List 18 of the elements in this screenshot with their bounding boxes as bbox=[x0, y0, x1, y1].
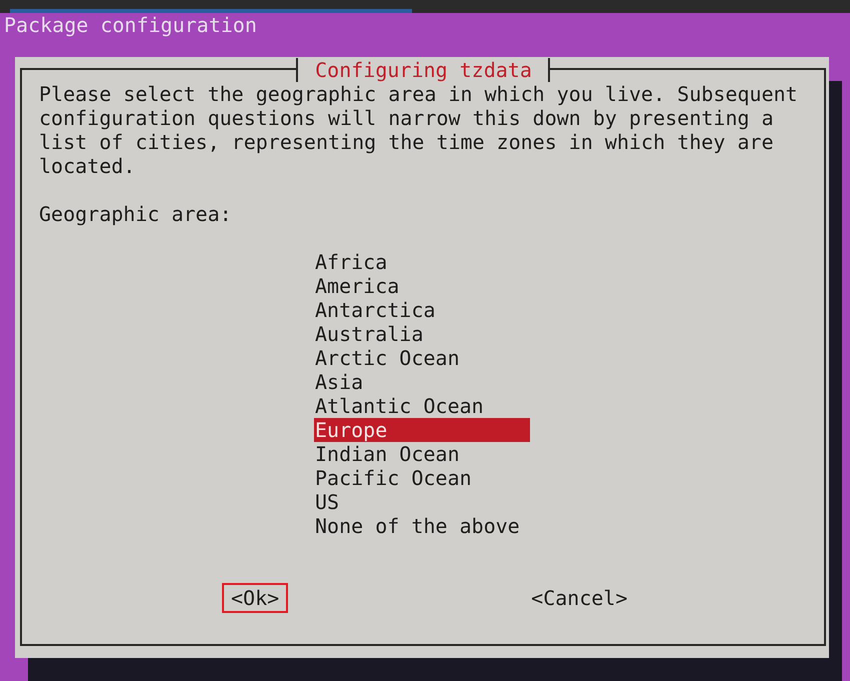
dialog-title: Configuring tzdata bbox=[296, 58, 550, 82]
option-item[interactable]: Indian Ocean bbox=[314, 442, 530, 466]
option-item[interactable]: None of the above bbox=[314, 514, 530, 538]
option-item[interactable]: Asia bbox=[314, 370, 530, 394]
option-item[interactable]: Australia bbox=[314, 322, 530, 346]
option-item[interactable]: America bbox=[314, 274, 530, 298]
option-item[interactable]: Europe bbox=[314, 418, 530, 442]
message-text: Please select the geographic area in which you live. Subsequent configuration questions will narrow this down by presenting a list of cities, representing the time zones in which they are located. bbox=[39, 82, 799, 178]
option-item[interactable]: US bbox=[314, 490, 530, 514]
option-item[interactable]: Pacific Ocean bbox=[314, 466, 530, 490]
prompt-label: Geographic area: bbox=[39, 202, 232, 226]
cancel-button[interactable]: <Cancel> bbox=[522, 583, 636, 613]
option-item[interactable]: Africa bbox=[314, 250, 530, 274]
option-item[interactable]: Arctic Ocean bbox=[314, 346, 530, 370]
screen-title: Package configuration bbox=[3, 13, 257, 37]
option-item[interactable]: Antarctica bbox=[314, 298, 530, 322]
ok-button[interactable]: <Ok> bbox=[222, 583, 288, 613]
option-item[interactable]: Atlantic Ocean bbox=[314, 394, 530, 418]
